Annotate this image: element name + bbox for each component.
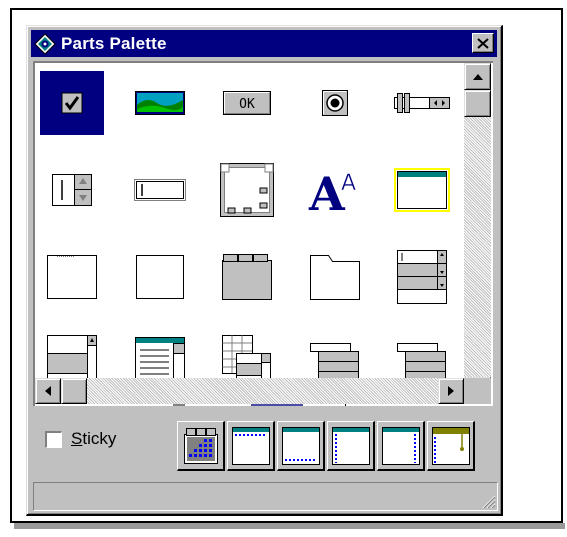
list-box-icon	[397, 250, 447, 304]
picture-part[interactable]	[128, 71, 192, 135]
status-bar	[33, 482, 498, 511]
button-part[interactable]: OK	[215, 71, 279, 135]
arrow-left-icon	[45, 386, 51, 396]
arrow-up-icon	[472, 73, 483, 80]
page-part[interactable]	[40, 245, 104, 309]
dotted-title-tool-button[interactable]	[227, 421, 275, 471]
parts-grid: OK A A	[33, 61, 493, 406]
radio-button-part[interactable]	[303, 71, 367, 135]
arrow-right-icon	[448, 386, 454, 396]
tab-part[interactable]	[303, 245, 367, 309]
page-icon	[47, 255, 97, 299]
text-field-icon	[134, 179, 186, 201]
checkbox-part[interactable]	[40, 71, 104, 135]
square-part[interactable]	[128, 245, 192, 309]
dotted-left-tool-button[interactable]	[327, 421, 375, 471]
ok-label: OK	[239, 97, 255, 112]
window-icon	[394, 168, 450, 212]
tool-button-group	[177, 421, 477, 471]
scroll-right-button[interactable]	[438, 378, 464, 404]
spin-field-icon	[52, 174, 92, 206]
list-box-part[interactable]	[390, 245, 454, 309]
scroll-left-button[interactable]	[35, 378, 61, 404]
dotted-bottom-tool-button[interactable]	[277, 421, 325, 471]
window-dotted-bottom-icon	[281, 426, 320, 465]
folder-part[interactable]	[215, 245, 279, 309]
grid-window-tool-button[interactable]	[177, 421, 225, 471]
close-icon	[477, 37, 489, 49]
horizontal-scrollbar[interactable]	[35, 378, 464, 404]
resize-grip-icon[interactable]	[480, 493, 496, 509]
close-button[interactable]	[472, 33, 494, 53]
sticky-label: Sticky	[71, 429, 117, 448]
window-part[interactable]	[390, 158, 454, 222]
landscape-picture-icon	[135, 91, 185, 115]
vertical-scrollbar[interactable]	[464, 63, 491, 404]
scroll-thumb[interactable]	[61, 378, 87, 404]
window-dotted-right-icon	[381, 426, 420, 465]
square-icon	[136, 255, 184, 299]
font-icon: A A	[308, 167, 356, 214]
svg-text:A: A	[341, 171, 356, 196]
panel-part[interactable]	[215, 158, 279, 222]
frame-shadow	[14, 523, 565, 529]
font-part[interactable]: A A	[303, 158, 367, 222]
gauge-tool-button[interactable]	[427, 421, 475, 471]
scrollbar-corner	[464, 378, 491, 404]
folder-icon	[310, 255, 360, 300]
scroll-up-button[interactable]	[464, 63, 491, 90]
sticky-option[interactable]: Sticky	[45, 429, 116, 449]
folder-tabs-icon	[222, 254, 272, 300]
partial-part-edge	[173, 404, 185, 406]
window-gauge-icon	[431, 426, 470, 465]
window-dotted-left-icon	[331, 426, 370, 465]
sticky-checkbox[interactable]	[45, 430, 62, 448]
stacked-list-icon	[310, 343, 359, 382]
text-field-part[interactable]	[128, 158, 192, 222]
dotted-grid-icon	[183, 427, 218, 464]
scroll-thumb[interactable]	[464, 90, 491, 117]
checkbox-part-icon	[61, 92, 83, 114]
window-title: Parts Palette	[61, 33, 167, 53]
title-bar[interactable]: Parts Palette	[31, 30, 497, 57]
slider-icon	[394, 93, 450, 113]
dotted-right-tool-button[interactable]	[377, 421, 425, 471]
window-dotted-top-icon	[231, 426, 270, 465]
resizable-panel-icon	[220, 163, 274, 217]
ok-button-icon: OK	[223, 91, 271, 115]
app-diamond-icon[interactable]	[34, 32, 56, 55]
slider-part[interactable]	[390, 71, 454, 135]
spin-field-part[interactable]	[40, 158, 104, 222]
parts-palette-window: Parts Palette OK A A Sticky	[26, 25, 503, 516]
radio-button-icon	[322, 90, 348, 116]
stacked-list-2-icon	[397, 343, 446, 382]
